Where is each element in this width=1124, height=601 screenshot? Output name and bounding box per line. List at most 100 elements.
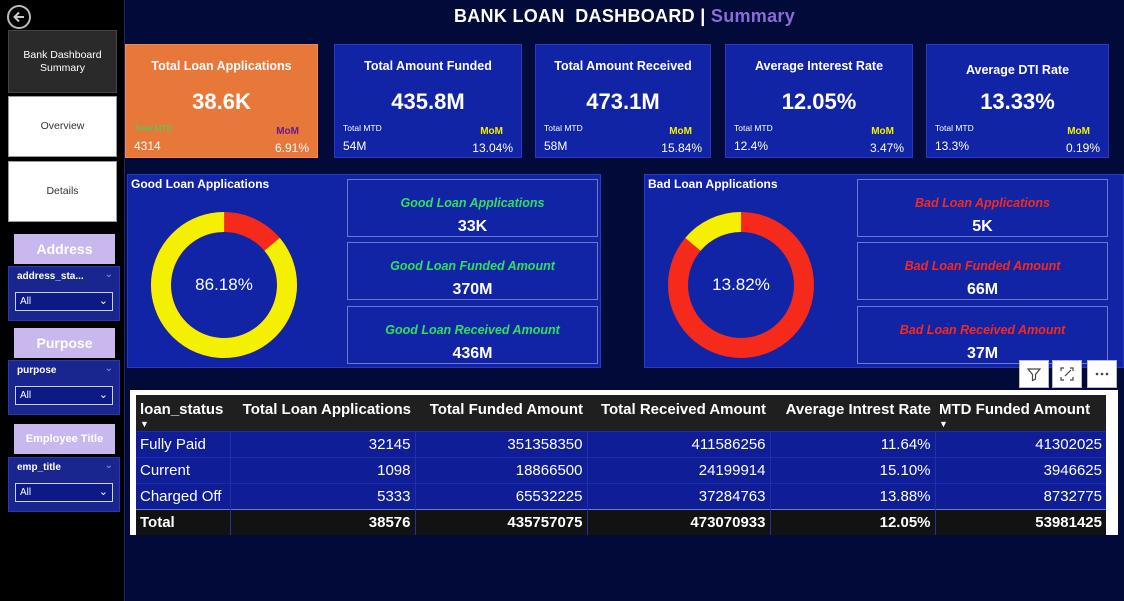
page-title-main: BANK LOAN DASHBOARD | <box>453 6 711 26</box>
good-card-label: Good Loan Funded Amount <box>390 259 555 273</box>
page-title-accent: Summary <box>710 6 796 26</box>
sidebar: Bank Dashboard Summary Overview Details … <box>0 0 125 601</box>
table-row[interactable]: Charged Off 5333 65532225 37284763 13.88… <box>136 482 1106 509</box>
good-card-value: 436M <box>452 345 493 362</box>
kpi-mtd-label: Total MTD <box>935 123 974 133</box>
good-loan-panel: Good Loan Applications 86.18% Good Loan … <box>127 174 601 368</box>
kpi-mtd-value: 54M <box>343 139 367 153</box>
good-loan-funded-card: Good Loan Funded Amount 370M <box>347 242 598 300</box>
kpi-total-amount-funded: Total Amount Funded 435.8M Total MTD MoM… <box>334 44 522 158</box>
table-cell: 473070933 <box>586 508 770 535</box>
kpi-mtd-value: 12.4% <box>734 139 769 153</box>
nav-details-label: Details <box>46 185 79 197</box>
loan-status-table-frame: loan_status ▼ Total Loan Applications Tot… <box>130 390 1118 535</box>
column-header[interactable]: Total Funded Amount <box>415 395 587 431</box>
table-cell: 65532225 <box>414 482 587 509</box>
chevron-down-icon[interactable]: ⌄ <box>105 363 113 374</box>
chevron-down-icon[interactable]: ⌄ <box>105 269 113 280</box>
chevron-down-icon: ⌄ <box>98 389 108 401</box>
nav-details-button[interactable]: Details <box>8 161 117 222</box>
table-cell: 38576 <box>229 508 415 535</box>
good-loan-donut[interactable]: 86.18% <box>148 209 300 361</box>
table-cell: 53981425 <box>934 508 1106 535</box>
good-card-value: 33K <box>457 218 488 235</box>
more-options-icon[interactable] <box>1087 360 1117 388</box>
kpi-total-amount-received: Total Amount Received 473.1M Total MTD M… <box>535 44 711 158</box>
good-card-value: 370M <box>452 281 493 298</box>
loan-status-table: loan_status ▼ Total Loan Applications Tot… <box>136 395 1106 535</box>
kpi-title: Total Amount Funded <box>364 59 492 73</box>
purpose-slicer: purpose ⌄ All ⌄ <box>8 360 120 415</box>
column-header[interactable]: Total Loan Applications <box>230 395 415 431</box>
kpi-mom-label: MoM <box>1067 126 1090 137</box>
address-dropdown[interactable]: All ⌄ <box>15 292 113 311</box>
table-cell: 3946625 <box>934 456 1106 483</box>
nav-overview-button[interactable]: Overview <box>8 96 117 157</box>
bad-loan-donut[interactable]: 13.82% <box>665 209 817 361</box>
good-donut-percentage: 86.18% <box>195 275 253 294</box>
table-cell: Charged Off <box>136 482 230 509</box>
page-title: BANK LOAN DASHBOARD | Summary <box>125 6 1124 27</box>
table-cell: 37284763 <box>586 482 770 509</box>
bad-card-value: 66M <box>966 281 999 298</box>
table-cell: 12.05% <box>769 508 935 535</box>
focus-mode-icon[interactable] <box>1052 360 1082 388</box>
kpi-total-loan-applications: Total Loan Applications 38.6K Total MTD … <box>125 44 318 158</box>
column-header-label: Average Intrest Rate <box>785 401 931 418</box>
kpi-title: Total Loan Applications <box>151 59 292 73</box>
column-header-label: Total Loan Applications <box>242 401 411 418</box>
bad-card-label: Bad Loan Funded Amount <box>904 259 1061 273</box>
filter-icon[interactable] <box>1019 360 1049 388</box>
table-cell: 11.64% <box>769 430 935 457</box>
table-total-row: Total 38576 435757075 473070933 12.05% 5… <box>136 508 1106 535</box>
column-header[interactable]: loan_status ▼ <box>136 395 230 431</box>
bad-loan-panel: Bad Loan Applications 13.82% Bad Loan Ap… <box>644 174 1124 368</box>
purpose-dropdown[interactable]: All ⌄ <box>15 386 113 405</box>
table-cell: Fully Paid <box>136 430 230 457</box>
table-cell: 18866500 <box>414 456 587 483</box>
table-cell: 24199914 <box>586 456 770 483</box>
column-header[interactable]: Average Intrest Rate <box>770 395 935 431</box>
kpi-mom-label: MoM <box>871 126 894 137</box>
nav-summary-label: Bank Dashboard Summary <box>23 48 102 74</box>
table-cell: 5333 <box>229 482 415 509</box>
kpi-value: 473.1M <box>586 89 660 114</box>
kpi-mom-value: 0.19% <box>1065 141 1100 155</box>
back-arrow-icon[interactable] <box>7 5 31 29</box>
table-cell: 435757075 <box>414 508 587 535</box>
chevron-down-icon: ⌄ <box>98 486 108 498</box>
kpi-value: 12.05% <box>781 89 857 114</box>
kpi-average-interest-rate: Average Interest Rate 12.05% Total MTD M… <box>725 44 913 158</box>
purpose-slicer-field: purpose <box>17 365 57 376</box>
column-header-label: Total Funded Amount <box>429 401 583 418</box>
table-row[interactable]: Fully Paid 32145 351358350 411586256 11.… <box>136 430 1106 457</box>
kpi-mtd-value: 58M <box>544 139 568 153</box>
address-dropdown-value: All <box>20 296 32 307</box>
chevron-down-icon[interactable]: ⌄ <box>105 460 113 471</box>
nav-summary-button[interactable]: Bank Dashboard Summary <box>8 30 117 93</box>
kpi-mtd-label: Total MTD <box>544 123 583 133</box>
column-header-label: MTD Funded Amount <box>939 401 1091 418</box>
table-header-row: loan_status ▼ Total Loan Applications Tot… <box>136 395 1106 431</box>
column-header[interactable]: MTD Funded Amount ▼ <box>935 395 1106 431</box>
employee-slicer-field: emp_title <box>17 462 61 473</box>
bad-loan-panel-title: Bad Loan Applications <box>648 177 778 191</box>
table-row[interactable]: Current 1098 18866500 24199914 15.10% 39… <box>136 456 1106 483</box>
purpose-slicer-header: Purpose <box>14 328 115 358</box>
table-cell: 13.88% <box>769 482 935 509</box>
kpi-value: 435.8M <box>391 89 465 114</box>
employee-dropdown-value: All <box>20 487 32 498</box>
good-card-label: Good Loan Received Amount <box>385 323 560 337</box>
kpi-title: Total Amount Received <box>554 59 692 73</box>
kpi-mtd-value: 13.3% <box>935 139 970 153</box>
kpi-average-dti-rate: Average DTI Rate 13.33% Total MTD MoM 13… <box>926 44 1109 158</box>
table-cell: 32145 <box>229 430 415 457</box>
address-slicer-field: address_sta... <box>17 271 84 282</box>
table-cell: 8732775 <box>934 482 1106 509</box>
kpi-mom-value: 6.91% <box>274 141 309 155</box>
good-card-label: Good Loan Applications <box>400 196 545 210</box>
column-header[interactable]: Total Received Amount <box>587 395 770 431</box>
bad-loan-funded-card: Bad Loan Funded Amount 66M <box>857 242 1108 300</box>
employee-dropdown[interactable]: All ⌄ <box>15 483 113 502</box>
kpi-mtd-label: Total MTD <box>343 123 382 133</box>
